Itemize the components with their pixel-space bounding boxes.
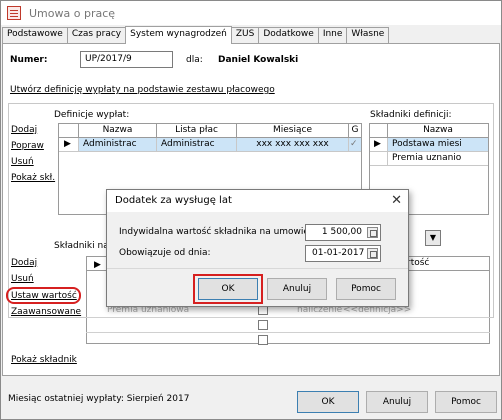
row-pointer-icon: ▶: [370, 138, 388, 151]
checkmark-icon: ✓: [349, 138, 361, 151]
list-item[interactable]: Premia uznanio: [370, 152, 488, 166]
checkbox[interactable]: [258, 320, 268, 330]
col-skladnik-nazwa[interactable]: Nazwa: [388, 124, 488, 137]
status-text: Miesiąc ostatniej wypłaty: Sierpień 2017: [8, 394, 190, 404]
dialog-divider: [107, 268, 408, 269]
help-button[interactable]: Pomoc: [435, 391, 497, 413]
numer-input[interactable]: UP/2017/9: [80, 51, 173, 68]
cell-skladnik: Premia uznanio: [392, 153, 462, 163]
cell-nazwa: Administrac: [79, 138, 157, 151]
skladniki-usun-link[interactable]: Usuń: [11, 274, 34, 284]
dropdown-arrow-icon[interactable]: ▼: [425, 230, 441, 246]
tab-system-wynagrodzen[interactable]: System wynagrodzeń: [125, 26, 232, 44]
row-indicator: [370, 152, 388, 165]
cancel-button[interactable]: Anuluj: [366, 391, 428, 413]
list-item[interactable]: ▶ Podstawa miesi: [370, 138, 488, 152]
title-bar: Umowa o pracę: [1, 1, 501, 25]
zaawansowane-link[interactable]: Zaawansowane: [11, 307, 81, 317]
wartosc-label: Indywidalna wartość składnika na umowie:: [119, 227, 312, 237]
tab-zus[interactable]: ZUS: [230, 27, 260, 44]
window-title: Umowa o pracę: [29, 6, 116, 20]
dodatek-dialog: Dodatek za wysługę lat ✕ Indywidalna war…: [106, 189, 409, 307]
row-pointer-icon: ▶: [59, 138, 79, 151]
ok-button[interactable]: OK: [297, 391, 359, 413]
employee-name: Daniel Kowalski: [218, 55, 299, 65]
grid-indicator-header: [59, 124, 79, 137]
pokaz-skladnik-link[interactable]: Pokaż składnik: [11, 355, 77, 365]
definicje-popraw-link[interactable]: Popraw: [11, 141, 44, 151]
create-definition-link[interactable]: Utwórz definicję wypłaty na podstawie ze…: [10, 85, 275, 95]
close-icon[interactable]: ✕: [391, 193, 402, 208]
tab-czas-pracy[interactable]: Czas pracy: [66, 27, 127, 44]
definicje-dodaj-link[interactable]: Dodaj: [11, 125, 37, 135]
obowiazuje-label: Obowiązuje od dnia:: [119, 248, 211, 258]
tab-wlasne[interactable]: Własne: [346, 27, 390, 44]
highlight-ok: [193, 274, 263, 304]
col-lista-plac[interactable]: Lista płac: [157, 124, 237, 137]
calculator-icon[interactable]: [367, 227, 378, 238]
highlight-ustaw-wartosc: [6, 287, 81, 304]
grid-indicator-header: [370, 124, 388, 137]
tab-podstawowe[interactable]: Podstawowe: [2, 27, 68, 44]
row-divider: [86, 332, 490, 333]
tab-inne[interactable]: Inne: [317, 27, 348, 44]
skladniki-dodaj-link[interactable]: Dodaj: [11, 258, 37, 268]
dialog-help-button[interactable]: Pomoc: [336, 278, 396, 300]
tab-dodatkowe[interactable]: Dodatkowe: [258, 27, 319, 44]
col-nazwa[interactable]: Nazwa: [79, 124, 157, 137]
skladniki-def-title: Składniki definicji:: [370, 110, 452, 120]
dla-label: dla:: [186, 55, 203, 65]
app-document-icon: [7, 6, 21, 20]
dialog-cancel-button[interactable]: Anuluj: [267, 278, 327, 300]
tab-strip: Podstawowe Czas pracy System wynagrodzeń…: [2, 26, 390, 44]
row-pointer-icon: ▶: [94, 260, 101, 270]
cell-skladnik: Podstawa miesi: [388, 138, 488, 151]
calendar-icon[interactable]: [367, 248, 378, 259]
dialog-title: Dodatek za wysługę lat: [107, 190, 408, 212]
col-wartosc[interactable]: rtość: [407, 258, 429, 268]
numer-label: Numer:: [10, 55, 48, 65]
definicje-title: Definicje wypłat:: [54, 110, 130, 120]
definicje-usun-link[interactable]: Usuń: [11, 157, 34, 167]
col-g[interactable]: G: [349, 124, 361, 137]
checkbox[interactable]: [258, 335, 268, 345]
definicje-pokaz-link[interactable]: Pokaż skł.: [11, 173, 55, 183]
table-row[interactable]: ▶ Administrac Administrac xxx xxx xxx xx…: [59, 138, 361, 152]
col-miesiace[interactable]: Miesiące: [237, 124, 349, 137]
cell-lista-plac: Administrac: [157, 138, 237, 151]
cell-miesiace: xxx xxx xxx xxx: [237, 138, 349, 151]
row-divider: [86, 317, 490, 318]
